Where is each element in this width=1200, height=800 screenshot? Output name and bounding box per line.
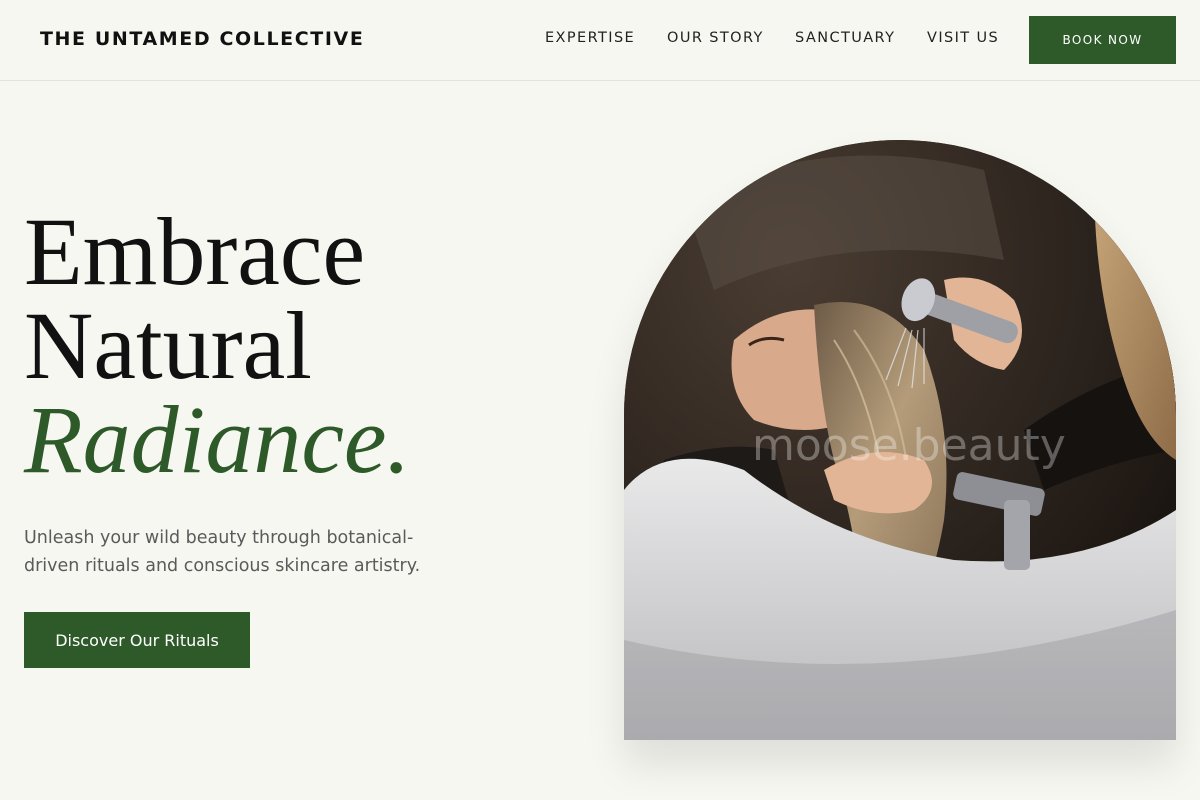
book-now-button[interactable]: BOOK NOW xyxy=(1029,16,1176,64)
hero-subtext: Unleash your wild beauty through botanic… xyxy=(24,528,421,576)
nav-visit-us[interactable]: VISIT US xyxy=(927,30,999,46)
nav-expertise[interactable]: EXPERTISE xyxy=(545,30,635,46)
brand-logo[interactable]: THE UNTAMED COLLECTIVE xyxy=(40,28,364,50)
nav-our-story[interactable]: OUR STORY xyxy=(667,30,764,46)
headline-line-1: Embrace xyxy=(24,198,366,305)
hero-photo: moose.beauty xyxy=(624,140,1176,740)
nav-sanctuary[interactable]: SANCTUARY xyxy=(795,30,895,46)
discover-rituals-button[interactable]: Discover Our Rituals xyxy=(24,612,250,668)
site-header: THE UNTAMED COLLECTIVE EXPERTISE OUR STO… xyxy=(0,0,1200,81)
image-watermark: moose.beauty xyxy=(752,420,1066,471)
headline-accent: Radiance. xyxy=(24,386,411,493)
headline-line-2: Natural xyxy=(24,292,312,399)
hero-headline: Embrace Natural Radiance. xyxy=(24,198,411,493)
